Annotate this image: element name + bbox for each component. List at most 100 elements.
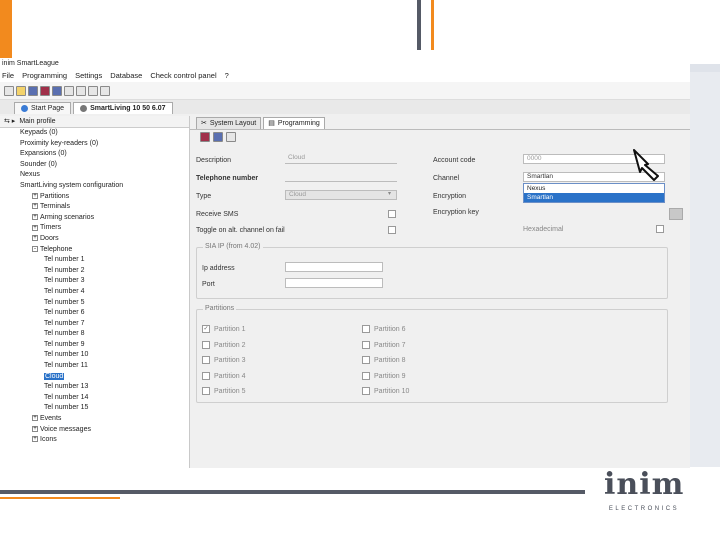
tree-item-label: Proximity key-readers (0): [20, 139, 99, 147]
tree-item-label: Keypads (0): [20, 129, 58, 136]
copy-icon[interactable]: [76, 85, 86, 96]
tree-item-label: Expansions (0): [20, 150, 67, 158]
open-folder-icon[interactable]: [16, 85, 26, 96]
tree-item[interactable]: + Doors: [0, 234, 189, 245]
toggle-alt-channel-checkbox[interactable]: [388, 226, 396, 234]
print-icon[interactable]: [64, 85, 74, 96]
properties-icon[interactable]: [100, 85, 110, 96]
menu-programming[interactable]: Programming: [22, 70, 67, 82]
tree-item[interactable]: Tel number 1: [0, 255, 189, 266]
tree-item[interactable]: Tel number 11: [0, 361, 189, 372]
description-field[interactable]: Cloud: [285, 154, 397, 164]
tree-item[interactable]: + Voice messages: [0, 425, 189, 436]
tree-item-label: Timers: [40, 224, 62, 232]
tree-item[interactable]: + Partitions: [0, 192, 189, 203]
partition-label: Partition 3: [214, 357, 246, 364]
tree-item[interactable]: + Terminals: [0, 202, 189, 213]
tree-item[interactable]: + Arming scenarios: [0, 213, 189, 224]
toggle-alt-channel-label: Toggle on alt. channel on fail: [196, 227, 285, 234]
tree-item[interactable]: Tel number 7: [0, 319, 189, 330]
tab-label: Start Page: [31, 105, 65, 112]
menu-check-control-panel[interactable]: Check control panel: [150, 70, 216, 82]
partition-checkbox[interactable]: [202, 371, 210, 380]
tree-item[interactable]: Tel number 10: [0, 350, 189, 361]
tree-item-label: Partitions: [40, 192, 70, 200]
menu-file[interactable]: File: [2, 70, 14, 82]
tree-item[interactable]: Tel number 9: [0, 340, 189, 351]
tree-item[interactable]: Cloud: [0, 372, 189, 383]
tree-item-label: Tel number 1: [44, 256, 85, 264]
tab-start-page[interactable]: Start Page: [14, 102, 72, 114]
partition-label: Partition 6: [374, 326, 406, 333]
partition-checkbox[interactable]: ✓: [202, 325, 210, 333]
tree-item[interactable]: Nexus: [0, 170, 189, 181]
expand-icon[interactable]: +: [32, 213, 38, 220]
tree-item[interactable]: Tel number 14: [0, 393, 189, 404]
tree-item[interactable]: - Telephone: [0, 245, 189, 256]
partition-checkbox[interactable]: [362, 325, 370, 333]
download-icon[interactable]: [52, 85, 62, 96]
right-edge-panel: [690, 72, 720, 467]
partition-checkbox[interactable]: [362, 371, 370, 380]
expand-icon[interactable]: +: [32, 192, 38, 199]
partition-checkbox[interactable]: [362, 356, 370, 364]
expand-icon[interactable]: +: [32, 415, 38, 422]
new-file-icon[interactable]: [4, 85, 14, 96]
tree-item-label: Doors: [40, 234, 59, 242]
port-field[interactable]: [285, 278, 383, 288]
tree-item[interactable]: Tel number 8: [0, 329, 189, 340]
channel-option-smartlan[interactable]: Smartlan: [524, 193, 664, 202]
telephone-number-field[interactable]: [285, 172, 397, 182]
tree-item-label: Tel number 15: [44, 404, 89, 412]
ip-address-field[interactable]: [285, 262, 383, 272]
tree-root-label[interactable]: Main profile: [19, 116, 55, 127]
menu-database[interactable]: Database: [110, 70, 142, 82]
expand-icon[interactable]: +: [32, 425, 38, 432]
expand-icon[interactable]: +: [32, 203, 38, 210]
tree-item[interactable]: Tel number 13: [0, 382, 189, 393]
tree-item[interactable]: + Events: [0, 414, 189, 425]
paste-icon[interactable]: [88, 85, 98, 96]
tab-programming[interactable]: ▤ Programming: [263, 117, 325, 129]
receive-sms-checkbox[interactable]: [388, 210, 396, 218]
tree-item[interactable]: Tel number 6: [0, 308, 189, 319]
expand-icon[interactable]: +: [32, 224, 38, 231]
menu-settings[interactable]: Settings: [75, 70, 102, 82]
tree-item-label: Tel number 13: [44, 383, 89, 391]
partition-checkbox[interactable]: [202, 356, 210, 364]
tree-item-label: Arming scenarios: [40, 213, 95, 221]
tree-item[interactable]: Tel number 15: [0, 403, 189, 414]
save-icon[interactable]: [28, 85, 38, 96]
tree-item[interactable]: Expansions (0): [0, 149, 189, 160]
tree-item[interactable]: Proximity key-readers (0): [0, 139, 189, 150]
collapse-icon[interactable]: -: [32, 245, 38, 252]
tree-item[interactable]: + Timers: [0, 223, 189, 234]
partitions-group: Partitions: [196, 305, 668, 403]
tree-item[interactable]: Sounder (0): [0, 160, 189, 171]
partition-checkbox[interactable]: [362, 340, 370, 349]
tree-item[interactable]: Tel number 2: [0, 266, 189, 277]
upload-icon[interactable]: [40, 85, 50, 96]
print-icon[interactable]: [226, 132, 236, 142]
tab-system-layout[interactable]: ✂ System Layout: [196, 117, 262, 129]
tab-smartliving[interactable]: SmartLiving 10 50 6.07: [73, 102, 173, 114]
tree-item[interactable]: Tel number 4: [0, 287, 189, 298]
type-select[interactable]: Cloud: [285, 190, 397, 200]
tree-item[interactable]: Keypads (0): [0, 128, 189, 139]
partition-checkbox[interactable]: [202, 387, 210, 395]
tree-item[interactable]: Tel number 5: [0, 298, 189, 309]
tree-item[interactable]: + Icons: [0, 435, 189, 446]
partition-checkbox[interactable]: [202, 340, 210, 349]
menu-help[interactable]: ?: [225, 70, 229, 82]
tree-item[interactable]: SmartLiving system configuration: [0, 181, 189, 192]
read-icon[interactable]: [200, 132, 210, 142]
expand-icon[interactable]: +: [32, 436, 38, 443]
partition-checkbox[interactable]: [362, 387, 370, 395]
hexadecimal-checkbox[interactable]: [656, 225, 664, 233]
expand-icon[interactable]: +: [32, 235, 38, 242]
write-icon[interactable]: [213, 132, 223, 142]
port-label: Port: [202, 281, 215, 288]
nav-arrows-icon[interactable]: ⇆ ▸: [4, 116, 15, 127]
tree-item[interactable]: Tel number 3: [0, 276, 189, 287]
encryption-key-button[interactable]: [669, 208, 683, 220]
